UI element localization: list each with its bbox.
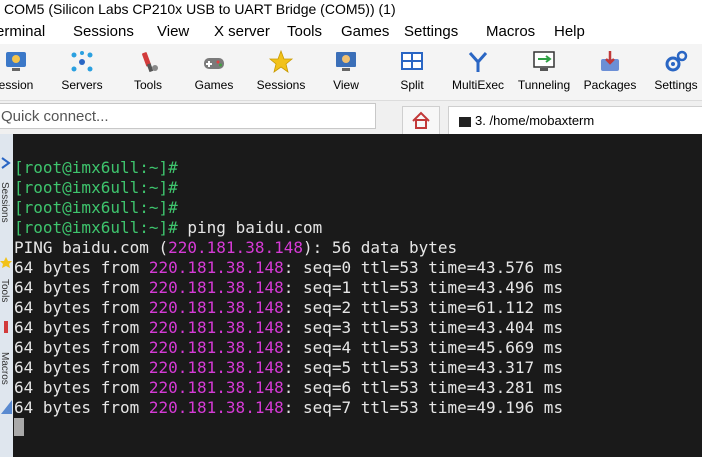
servers-button[interactable]: Servers bbox=[54, 48, 110, 98]
title-bar: COM5 (Silicon Labs CP210x USB to UART Br… bbox=[0, 0, 702, 20]
tools-icon bbox=[4, 321, 8, 333]
terminal-tab[interactable]: 3. /home/mobaxterm bbox=[448, 106, 702, 135]
home-icon bbox=[412, 111, 430, 129]
terminal-line: 64 bytes from 220.181.38.148: seq=6 ttl=… bbox=[14, 378, 564, 397]
left-sidebar: Sessions Tools Macros bbox=[0, 134, 14, 457]
terminal-line: 64 bytes from 220.181.38.148: seq=7 ttl=… bbox=[14, 398, 564, 417]
star-icon bbox=[268, 50, 294, 73]
toolbar: ession Servers Tools Games Sessions View… bbox=[0, 44, 702, 101]
window-title: COM5 (Silicon Labs CP210x USB to UART Br… bbox=[4, 1, 396, 17]
terminal-line: 64 bytes from 220.181.38.148: seq=2 ttl=… bbox=[14, 298, 564, 317]
packages-icon bbox=[601, 51, 619, 71]
tunneling-button[interactable]: Tunneling bbox=[512, 48, 576, 98]
view-icon bbox=[336, 52, 356, 71]
menu-macros[interactable]: Macros bbox=[486, 23, 535, 40]
menu-terminal[interactable]: erminal bbox=[0, 23, 45, 40]
sidebar-tab-sessions[interactable]: Sessions bbox=[0, 182, 10, 223]
terminal-cursor bbox=[14, 418, 24, 436]
terminal-line: 64 bytes from 220.181.38.148: seq=3 ttl=… bbox=[14, 318, 564, 337]
terminal-icon bbox=[459, 116, 471, 127]
terminal-line: [root@imx6ull:~]# ping baidu.com bbox=[14, 218, 323, 237]
terminal-output: [root@imx6ull:~]# [root@imx6ull:~]# [roo… bbox=[14, 138, 563, 438]
split-button[interactable]: Split bbox=[384, 48, 440, 98]
terminal-line: [root@imx6ull:~]# bbox=[14, 178, 178, 197]
sidebar-tab-tools[interactable]: Tools bbox=[0, 279, 10, 302]
terminal-line: 64 bytes from 220.181.38.148: seq=4 ttl=… bbox=[14, 338, 564, 357]
star-icon bbox=[0, 257, 12, 268]
games-button[interactable]: Games bbox=[186, 48, 242, 98]
tunneling-icon bbox=[533, 51, 555, 71]
settings-button[interactable]: Settings bbox=[646, 48, 702, 98]
terminal-line: [root@imx6ull:~]# bbox=[14, 158, 178, 177]
terminal-line: [root@imx6ull:~]# bbox=[14, 198, 178, 217]
split-icon bbox=[401, 52, 423, 70]
menu-x-server[interactable]: X server bbox=[214, 23, 270, 40]
terminal-line: 64 bytes from 220.181.38.148: seq=0 ttl=… bbox=[14, 258, 564, 277]
view-button[interactable]: View bbox=[318, 48, 374, 98]
quick-connect-input[interactable]: Quick connect... bbox=[0, 103, 376, 129]
games-icon bbox=[204, 58, 224, 69]
menu-help[interactable]: Help bbox=[554, 23, 585, 40]
collapse-arrow-icon[interactable] bbox=[0, 156, 13, 170]
sidebar-tab-macros[interactable]: Macros bbox=[0, 352, 10, 385]
menu-games[interactable]: Games bbox=[341, 23, 389, 40]
multiexec-icon bbox=[468, 52, 488, 72]
settings-icon bbox=[665, 50, 688, 72]
terminal-line: PING baidu.com (220.181.38.148): 56 data… bbox=[14, 238, 458, 257]
terminal-tab-label: 3. /home/mobaxterm bbox=[475, 113, 595, 128]
menu-view[interactable]: View bbox=[157, 23, 189, 40]
terminal-view[interactable]: [root@imx6ull:~]# [root@imx6ull:~]# [roo… bbox=[13, 134, 702, 457]
tools-icon bbox=[142, 52, 158, 73]
menu-settings[interactable]: Settings bbox=[404, 23, 458, 40]
menu-tools[interactable]: Tools bbox=[287, 23, 322, 40]
multiexec-button[interactable]: MultiExec bbox=[446, 48, 510, 98]
terminal-line: 64 bytes from 220.181.38.148: seq=1 ttl=… bbox=[14, 278, 564, 297]
menu-sessions[interactable]: Sessions bbox=[73, 23, 134, 40]
servers-icon bbox=[71, 51, 93, 72]
terminal-line: 64 bytes from 220.181.38.148: seq=5 ttl=… bbox=[14, 358, 564, 377]
menu-bar: erminal Sessions View X server Tools Gam… bbox=[0, 20, 702, 44]
tools-button[interactable]: Tools bbox=[120, 48, 176, 98]
home-tab[interactable] bbox=[402, 106, 440, 134]
packages-button[interactable]: Packages bbox=[580, 48, 640, 98]
quick-connect-placeholder: Quick connect... bbox=[1, 108, 109, 125]
session-button[interactable]: ession bbox=[0, 48, 44, 98]
sessions-button[interactable]: Sessions bbox=[252, 48, 310, 98]
macro-icon bbox=[1, 400, 12, 414]
session-icon bbox=[6, 52, 26, 71]
